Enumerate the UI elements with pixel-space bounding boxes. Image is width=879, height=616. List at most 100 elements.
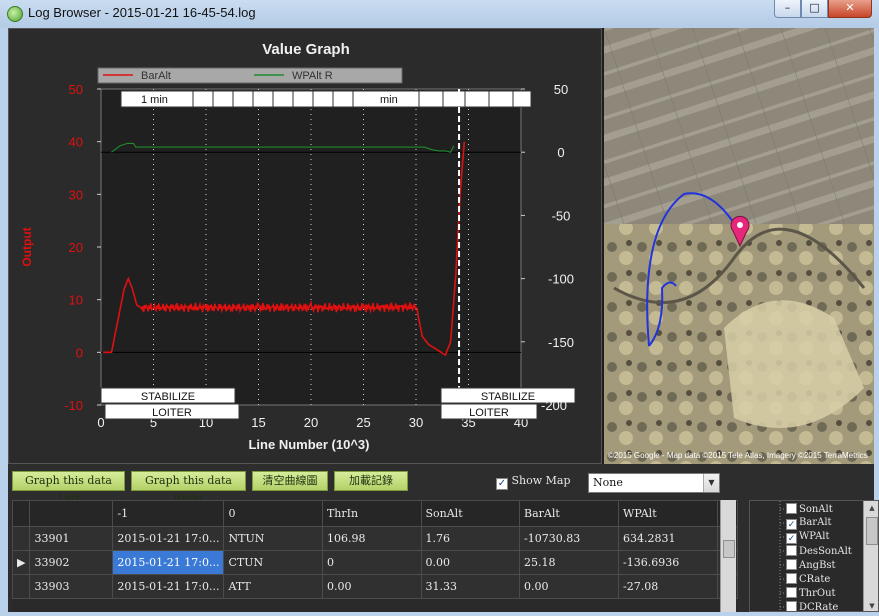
legend-label-wpalt: WPAlt R <box>292 70 333 82</box>
scrollbar-thumb[interactable] <box>866 517 878 545</box>
column-header[interactable]: SonAlt <box>420 500 520 527</box>
satellite-map[interactable]: ©2015 Google - Map data ©2015 Tele Atlas… <box>604 28 874 464</box>
table-cell[interactable]: 1.76 <box>420 526 520 551</box>
y2-axis-bottom-label: -200 <box>541 398 567 413</box>
map-view[interactable]: ©2015 Google - Map data ©2015 Tele Atlas… <box>604 28 874 464</box>
table-cell[interactable]: 0.00 <box>518 574 620 599</box>
series-checkbox[interactable]: ✓ <box>786 533 797 544</box>
series-option-dcrate[interactable]: DCRate <box>786 601 838 611</box>
column-header[interactable]: WPAlt <box>618 500 719 527</box>
table-vertical-scrollbar[interactable] <box>720 500 736 612</box>
time-box <box>442 90 466 108</box>
y-tick-label: 20 <box>69 240 83 255</box>
series-dropdown[interactable]: None ▼ <box>588 473 720 493</box>
mode-label-stabilize: STABILIZE <box>481 391 535 403</box>
table-cell[interactable]: 106.98 <box>321 526 422 551</box>
graph-right-button[interactable]: Graph this data Right <box>131 471 246 505</box>
load-log-button[interactable]: 加載記錄 <box>334 471 408 491</box>
log-data-table[interactable]: -1 0 ThrIn SonAlt BarAlt WPAlt 33901 201… <box>12 500 738 612</box>
series-option-angbst[interactable]: AngBst <box>786 559 836 573</box>
x-axis-title: Line Number (10^3) <box>248 437 369 452</box>
series-option-crate[interactable]: CRate <box>786 573 830 587</box>
table-cell[interactable]: 25.18 <box>518 550 620 575</box>
series-option-label: DesSonAlt <box>799 546 852 557</box>
table-cell[interactable]: 634.2831 <box>618 526 719 551</box>
value-graph-panel[interactable]: Value Graph BarAlt WPAlt R 1 min min -10… <box>8 28 602 464</box>
time-box <box>464 90 490 108</box>
series-checkbox[interactable] <box>786 503 797 514</box>
row-marker[interactable]: ▶ <box>12 550 31 575</box>
value-graph-chart[interactable]: Value Graph BarAlt WPAlt R 1 min min -10… <box>9 29 603 465</box>
series-option-label: CRate <box>799 574 831 585</box>
table-cell[interactable]: 33902 <box>29 550 114 575</box>
show-map-toggle[interactable]: ✓ Show Map <box>496 474 571 490</box>
table-cell[interactable]: 0.00 <box>321 574 422 599</box>
table-cell[interactable]: 0.00 <box>420 550 520 575</box>
series-checklist[interactable]: SonAlt ✓ BarAlt ✓ WPAlt DesSonAlt AngBst CRate T… <box>749 500 879 612</box>
table-cell-selected[interactable]: 2015-01-21 17:0... <box>112 550 225 575</box>
table-cell[interactable]: -27.08 <box>618 574 719 599</box>
table-cell[interactable]: 2015-01-21 17:0... <box>112 574 225 599</box>
table-row[interactable]: 33901 2015-01-21 17:0... NTUN 106.98 1.7… <box>12 526 738 551</box>
dropdown-value: None <box>593 476 623 489</box>
minimize-button[interactable]: – <box>774 0 801 18</box>
table-cell[interactable]: -10730.83 <box>518 526 620 551</box>
maximize-button[interactable]: □ <box>801 0 828 18</box>
time-label: min <box>380 94 398 106</box>
series-checkbox[interactable] <box>786 559 797 570</box>
column-header[interactable]: 0 <box>223 500 323 527</box>
map-attribution: ©2015 Google - Map data ©2015 Tele Atlas… <box>608 451 868 460</box>
column-header[interactable] <box>29 500 114 527</box>
mode-label-loiter: LOITER <box>469 407 509 419</box>
scroll-down-icon[interactable]: ▼ <box>864 599 878 611</box>
close-button[interactable]: ✕ <box>828 0 872 18</box>
map-pin-dot <box>737 222 743 228</box>
clear-graph-button[interactable]: 清空曲線圖 <box>252 471 328 491</box>
scrollbar-thumb[interactable] <box>723 540 735 558</box>
y-tick-label: 0 <box>76 345 83 360</box>
table-cell[interactable]: ATT <box>223 574 323 599</box>
column-header[interactable]: -1 <box>112 500 225 527</box>
column-header[interactable]: ThrIn <box>321 500 422 527</box>
chevron-down-icon[interactable]: ▼ <box>703 474 719 492</box>
map-fields-area <box>604 28 874 228</box>
time-box <box>418 90 444 108</box>
table-cell[interactable]: 2015-01-21 17:0... <box>112 526 225 551</box>
column-header[interactable]: BarAlt <box>518 500 620 527</box>
x-tick-label: 25 <box>356 415 370 430</box>
table-cell[interactable]: 0 <box>321 550 422 575</box>
series-option-sonalt[interactable]: SonAlt <box>786 503 833 517</box>
show-map-label: Show Map <box>511 474 571 487</box>
series-checkbox[interactable] <box>786 573 797 584</box>
series-option-dessonalt[interactable]: DesSonAlt <box>786 545 852 559</box>
series-checkbox[interactable] <box>786 545 797 556</box>
table-cell[interactable]: NTUN <box>223 526 323 551</box>
app-icon <box>7 6 23 22</box>
series-scrollbar[interactable]: ▲ ▼ <box>863 501 878 611</box>
series-checkbox[interactable] <box>786 587 797 598</box>
table-row[interactable]: 33903 2015-01-21 17:0... ATT 0.00 31.33 … <box>12 574 738 599</box>
table-cell[interactable]: 33903 <box>29 574 114 599</box>
series-option-baralt[interactable]: ✓ BarAlt <box>786 517 832 531</box>
table-cell[interactable]: -136.6936 <box>618 550 719 575</box>
series-option-wpalt[interactable]: ✓ WPAlt <box>786 531 830 545</box>
show-map-checkbox[interactable]: ✓ <box>496 478 508 490</box>
series-checkbox[interactable]: ✓ <box>786 519 797 530</box>
table-cell[interactable]: 31.33 <box>420 574 520 599</box>
row-marker[interactable] <box>12 526 31 551</box>
table-row[interactable]: ▶ 33902 2015-01-21 17:0... CTUN 0 0.00 2… <box>12 550 738 575</box>
table-cell[interactable]: CTUN <box>223 550 323 575</box>
series-option-label: SonAlt <box>799 504 833 515</box>
x-tick-label: 30 <box>409 415 423 430</box>
table-cell[interactable]: 33901 <box>29 526 114 551</box>
y2-tick-label: -150 <box>548 335 574 350</box>
row-marker[interactable] <box>12 574 31 599</box>
series-option-throut[interactable]: ThrOut <box>786 587 836 601</box>
graph-left-button[interactable]: Graph this data Left <box>12 471 125 505</box>
tree-lines <box>779 501 786 611</box>
series-checkbox[interactable] <box>786 601 797 611</box>
chart-title: Value Graph <box>262 41 350 58</box>
scroll-up-icon[interactable]: ▲ <box>864 501 878 515</box>
log-data-panel: Graph this data Left Graph this data Rig… <box>8 464 879 612</box>
y2-tick-label: 50 <box>554 82 568 97</box>
